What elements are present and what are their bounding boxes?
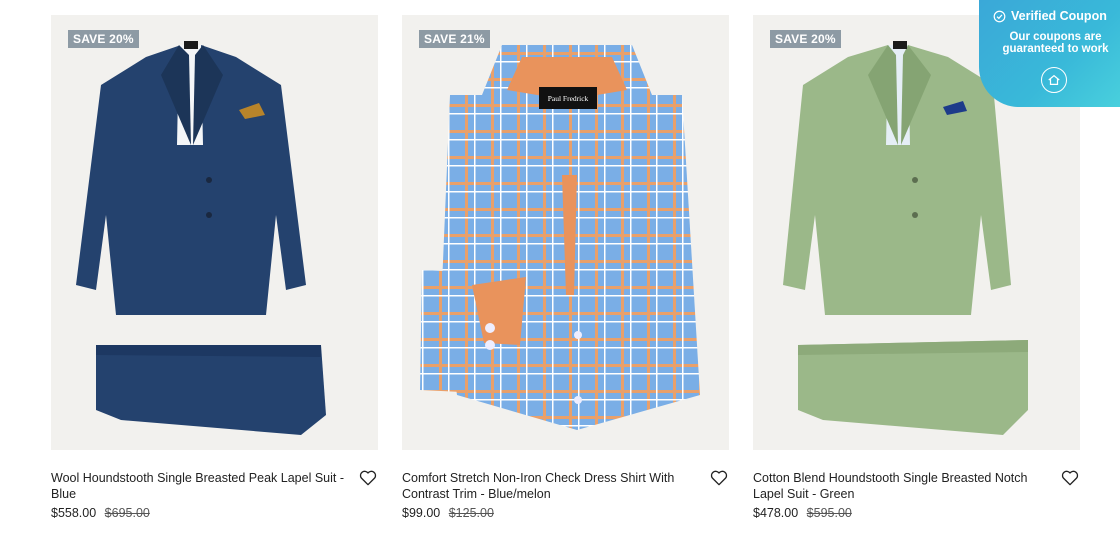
- product-image[interactable]: SAVE 20%: [51, 15, 378, 450]
- product-title[interactable]: Wool Houndstooth Single Breasted Peak La…: [51, 470, 378, 502]
- check-circle-icon: [993, 10, 1006, 22]
- discount-badge: SAVE 21%: [419, 30, 490, 48]
- heart-icon[interactable]: [358, 468, 378, 488]
- heart-icon[interactable]: [1060, 468, 1080, 488]
- brand-label: Paul Fredrick: [548, 94, 589, 103]
- product-card[interactable]: SAVE 20% Wool Houndstooth Single Breaste…: [51, 15, 378, 520]
- product-title[interactable]: Cotton Blend Houndstooth Single Breasted…: [753, 470, 1080, 502]
- original-price: $695.00: [104, 506, 150, 520]
- sale-price: $99.00: [402, 506, 441, 520]
- coupon-subtitle: Our coupons are guaranteed to work: [1002, 31, 1109, 55]
- discount-badge: SAVE 20%: [68, 30, 139, 48]
- original-price: $595.00: [806, 506, 852, 520]
- heart-icon[interactable]: [709, 468, 729, 488]
- sale-price: $558.00: [51, 506, 97, 520]
- coupon-title: Verified Coupon: [1011, 9, 1107, 23]
- product-grid: SAVE 20% Wool Houndstooth Single Breaste…: [51, 15, 1080, 520]
- original-price: $125.00: [448, 506, 494, 520]
- discount-badge: SAVE 20%: [770, 30, 841, 48]
- check-dress-shirt-image: Paul Fredrick: [420, 45, 700, 430]
- product-card[interactable]: Paul Fredrick SAVE 21% Comfort Stretch N…: [402, 15, 729, 520]
- navy-suit-image: [76, 41, 326, 435]
- sale-price: $478.00: [753, 506, 799, 520]
- home-icon[interactable]: [1041, 67, 1067, 93]
- product-image[interactable]: Paul Fredrick SAVE 21%: [402, 15, 729, 450]
- product-title[interactable]: Comfort Stretch Non-Iron Check Dress Shi…: [402, 470, 729, 502]
- verified-coupon-banner[interactable]: Verified Coupon Our coupons are guarante…: [979, 0, 1120, 107]
